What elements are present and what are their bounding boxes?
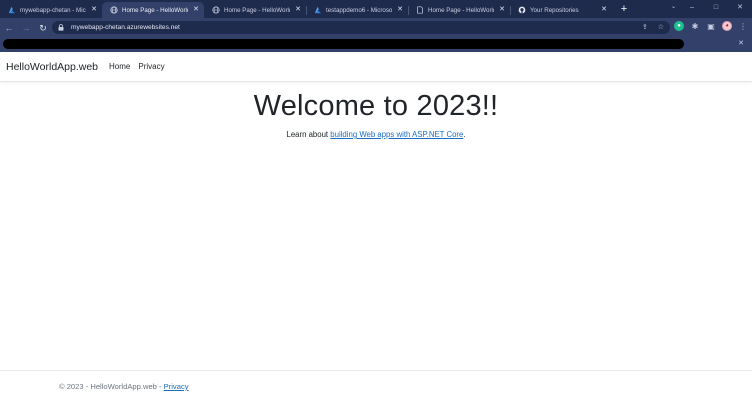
omnibox-actions: ⇪ ☆	[642, 23, 664, 32]
puzzle-icon[interactable]: ✱	[690, 21, 700, 31]
forward-icon[interactable]: →	[18, 20, 34, 36]
close-icon[interactable]: ✕	[90, 6, 98, 14]
lock-icon[interactable]	[58, 24, 64, 31]
site-footer: © 2023 - HelloWorldApp.web - Privacy	[0, 370, 752, 400]
globe-icon	[212, 6, 220, 14]
tab-search-icon[interactable]: ⌄	[671, 3, 676, 10]
address-bar[interactable]: mywebapp-chetan.azurewebsites.net ⇪ ☆	[52, 21, 670, 34]
tab-title: Home Page - HelloWorldA	[122, 6, 188, 14]
tab-title: Home Page - HelloWorldA	[224, 6, 290, 14]
aspnet-core-link[interactable]: building Web apps with ASP.NET Core	[330, 130, 463, 139]
page-title: Welcome to 2023!!	[253, 90, 499, 122]
footer-privacy-link[interactable]: Privacy	[164, 382, 189, 391]
share-icon[interactable]: ⇪	[642, 23, 648, 32]
extension-icon[interactable]: ●	[674, 21, 684, 31]
tab-title: mywebapp-chetan - Micro	[20, 6, 86, 14]
browser-tab[interactable]: testappdemo6 - Microsoft ✕	[306, 2, 408, 18]
tab-title: Home Page - HelloWorldA	[428, 6, 494, 14]
browser-tab[interactable]: Home Page - HelloWorldA ✕	[408, 2, 510, 18]
footer-text: © 2023 - HelloWorldApp.web - Privacy	[59, 382, 189, 391]
bookmark-star-icon[interactable]: ☆	[658, 23, 664, 32]
browser-tab[interactable]: Your Repositories ✕	[510, 2, 612, 18]
lead-text: Learn about building Web apps with ASP.N…	[0, 130, 752, 139]
maximize-icon[interactable]: □	[704, 2, 728, 14]
redacted-bar	[3, 39, 684, 49]
azure-icon	[8, 6, 16, 14]
close-icon[interactable]: ✕	[192, 6, 200, 14]
github-icon	[518, 6, 526, 14]
close-icon[interactable]: ✕	[600, 6, 608, 14]
browser-toolbar: ← → ↻ mywebapp-chetan.azurewebsites.net …	[0, 18, 752, 37]
menu-kebab-icon[interactable]: ⋮	[738, 21, 748, 31]
profile-avatar[interactable]: ◕	[722, 21, 732, 31]
new-tab-button[interactable]: +	[618, 4, 630, 16]
toolbar-extensions: ● ✱ ▣ ◕ ⋮	[674, 21, 748, 31]
tab-title: Your Repositories	[530, 6, 579, 14]
browser-tab-strip: mywebapp-chetan - Micro ✕ Home Page - He…	[0, 0, 752, 18]
side-panel-icon[interactable]: ▣	[706, 21, 716, 31]
site-navbar: HelloWorldApp.web Home Privacy	[0, 52, 752, 82]
close-icon[interactable]: ✕	[498, 6, 506, 14]
window-controls: – □ ✕	[680, 2, 752, 14]
globe-icon	[110, 6, 118, 14]
close-window-icon[interactable]: ✕	[728, 2, 752, 14]
nav-link-privacy[interactable]: Privacy	[138, 62, 164, 71]
reload-icon[interactable]: ↻	[35, 20, 51, 36]
lead-suffix: .	[463, 130, 466, 139]
minimize-icon[interactable]: –	[680, 2, 704, 14]
document-icon	[416, 6, 424, 14]
bookmarks-bar: ✕	[0, 37, 752, 52]
browser-tab-active[interactable]: Home Page - HelloWorldA ✕	[102, 2, 204, 18]
azure-icon	[314, 6, 322, 14]
hero-section: Welcome to 2023!! Learn about building W…	[0, 90, 752, 139]
site-brand[interactable]: HelloWorldApp.web	[6, 61, 98, 73]
url-text: mywebapp-chetan.azurewebsites.net	[71, 24, 180, 31]
tab-title: testappdemo6 - Microsoft	[326, 6, 392, 14]
browser-tab[interactable]: Home Page - HelloWorldA ✕	[204, 2, 306, 18]
close-icon[interactable]: ✕	[396, 6, 404, 14]
browser-tab[interactable]: mywebapp-chetan - Micro ✕	[0, 2, 102, 18]
lead-prefix: Learn about	[286, 130, 331, 139]
close-icon[interactable]: ✕	[294, 6, 302, 14]
nav-link-home[interactable]: Home	[109, 62, 130, 71]
copyright-text: © 2023 - HelloWorldApp.web -	[59, 382, 164, 391]
close-icon[interactable]: ✕	[738, 39, 744, 47]
back-icon[interactable]: ←	[1, 20, 17, 36]
web-page: HelloWorldApp.web Home Privacy Welcome t…	[0, 52, 752, 400]
